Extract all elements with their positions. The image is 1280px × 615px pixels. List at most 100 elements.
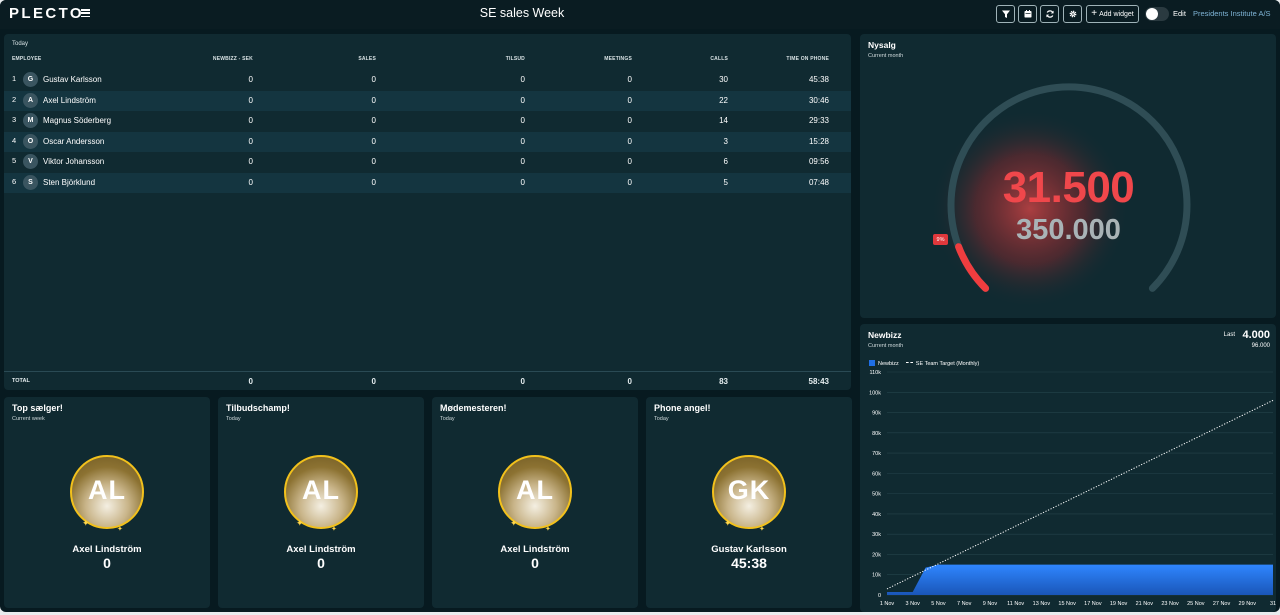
cell-meetings: 0 (627, 136, 632, 146)
header-sales[interactable]: SALES (358, 56, 376, 62)
x-tick-label: 19 Nov (1110, 601, 1128, 607)
card-subtitle: Today (440, 416, 455, 422)
cell-time-on-phone: 15:28 (808, 136, 829, 146)
calendar-button[interactable] (1018, 5, 1037, 23)
row-rank: 6 (12, 176, 17, 186)
table-row[interactable]: 6 S Sten Björklund 0 0 0 0 5 07:48 (4, 172, 851, 193)
table-total-row: TOTAL 0 0 0 0 83 58:43 (4, 371, 851, 390)
employee-name: Viktor Johansson (43, 157, 105, 166)
x-tick-label: 3 Nov (906, 601, 921, 607)
x-tick-label: 17 Nov (1084, 601, 1102, 607)
badge-card-top-saelger[interactable]: Top sælger! Current week AL ✦ ✦ Axel Lin… (4, 397, 210, 608)
table-row[interactable]: 5 V Viktor Johansson 0 0 0 0 6 09:56 (4, 152, 851, 173)
cell-sales: 0 (371, 95, 376, 105)
header-meetings[interactable]: MEETINGS (604, 56, 632, 62)
y-tick-label: 30k (872, 532, 881, 538)
newbizz-area-chart: 0 10k 20k 30k 40k 50k 60k 70k 80k 90k 100k 110k 1 No… (869, 370, 1276, 607)
row-rank: 1 (12, 74, 17, 83)
avatar: A (23, 92, 38, 108)
y-tick-label: 10k (872, 573, 881, 579)
header-tilsud[interactable]: TILSUD (506, 56, 525, 62)
x-tick-label: 1 Nov (880, 601, 895, 607)
cell-meetings: 0 (627, 75, 632, 84)
target-line (886, 399, 1274, 590)
medal-initials: AL (88, 474, 126, 505)
employee-table-widget[interactable]: Today EMPLOYEE NEWBIZZ - SEK SALES TILSU… (4, 34, 851, 390)
y-tick-label: 110k (869, 370, 881, 376)
sparkle-icon: ✦ (331, 526, 337, 533)
table-row[interactable]: 4 O Oscar Andersson 0 0 0 0 3 15:28 (4, 131, 851, 152)
edit-toggle[interactable] (1145, 7, 1169, 21)
avatar: G (23, 72, 38, 87)
newbizz-area (887, 564, 1273, 595)
refresh-icon (1045, 10, 1054, 18)
sparkle-icon: ✦ (545, 526, 551, 533)
x-tick-label: 25 Nov (1187, 601, 1205, 607)
cell-newbizz: 0 (248, 75, 253, 84)
y-tick-label: 0 (878, 593, 881, 599)
dashboard-title: SE sales Week (479, 6, 565, 20)
filter-button[interactable] (996, 5, 1015, 23)
table-caption: Today (12, 41, 29, 47)
row-rank: 2 (12, 94, 17, 104)
header-newbizz[interactable]: NEWBIZZ - SEK (213, 56, 253, 62)
total-meetings: 0 (627, 377, 632, 386)
y-tick-label: 100k (869, 390, 881, 396)
cell-tilsud: 0 (520, 116, 525, 125)
card-person-name: Axel Lindström (72, 544, 142, 555)
add-widget-button[interactable]: + Add widget (1086, 5, 1139, 23)
sparkle-icon: ✦ (117, 526, 123, 533)
badge-card-modemesteren[interactable]: Mødemesteren! Today AL ✦ ✦ Axel Lindströ… (432, 397, 638, 608)
card-person-name: Gustav Karlsson (711, 544, 787, 555)
header-calls[interactable]: CALLS (710, 56, 728, 62)
employee-name: Sten Björklund (43, 177, 96, 187)
cell-sales: 0 (371, 136, 376, 146)
table-row[interactable]: 1 G Gustav Karlsson 0 0 0 0 30 45:38 (4, 70, 851, 91)
settings-button[interactable] (1063, 5, 1082, 23)
cell-sales: 0 (371, 157, 376, 166)
cell-meetings: 0 (627, 116, 632, 125)
cell-newbizz: 0 (248, 95, 253, 105)
table-row[interactable]: 3 M Magnus Söderberg 0 0 0 0 14 29:33 (4, 111, 851, 132)
cell-calls: 14 (719, 116, 728, 125)
y-tick-label: 70k (872, 451, 881, 457)
organization-name[interactable]: Presidents Institute A/S (1193, 9, 1271, 18)
employee-name: Gustav Karlsson (43, 75, 102, 84)
x-tick-label: 21 Nov (1136, 601, 1154, 607)
card-value: 0 (103, 555, 111, 571)
cell-time-on-phone: 45:38 (808, 75, 829, 84)
header-employee[interactable]: EMPLOYEE (12, 56, 41, 62)
cell-calls: 6 (723, 157, 728, 166)
x-tick-label: 11 Nov (1007, 601, 1024, 607)
card-title: Phone angel! (654, 403, 711, 413)
x-tick-label: 27 Nov (1213, 601, 1231, 607)
cell-time-on-phone: 30:46 (808, 95, 829, 105)
header-time-on-phone[interactable]: TIME ON PHONE (786, 56, 829, 62)
cell-time-on-phone: 07:48 (808, 177, 829, 187)
cell-tilsud: 0 (520, 95, 525, 105)
dashboard: PLECTO SE sales Week + Add widget Edit P… (0, 0, 1280, 612)
total-calls: 83 (719, 377, 728, 386)
cell-newbizz: 0 (248, 177, 253, 187)
cell-newbizz: 0 (248, 157, 253, 166)
plus-icon: + (1091, 8, 1098, 19)
refresh-button[interactable] (1040, 5, 1059, 23)
cell-newbizz: 0 (248, 136, 253, 146)
total-newbizz: 0 (248, 377, 253, 386)
card-person-name: Axel Lindström (500, 544, 570, 555)
medal-initials: AL (516, 474, 554, 505)
table-row[interactable]: 2 A Axel Lindström 0 0 0 0 22 30:46 (4, 90, 851, 111)
total-time-on-phone: 58:43 (808, 377, 829, 386)
cell-sales: 0 (371, 116, 376, 125)
card-title: Top sælger! (12, 403, 63, 413)
nysalg-gauge-widget[interactable]: Nysalg Current month 31.500 350.000 9% (860, 34, 1276, 318)
employee-name: Magnus Söderberg (43, 116, 112, 125)
avatar: V (23, 154, 38, 169)
badge-card-phone-angel[interactable]: Phone angel! Today GK ✦ ✦ Gustav Karlsso… (646, 397, 852, 608)
sparkle-icon: ✦ (724, 518, 732, 528)
row-rank: 5 (12, 156, 17, 165)
sparkle-icon: ✦ (296, 518, 304, 528)
badge-card-tilbudschamp[interactable]: Tilbudschamp! Today AL ✦ ✦ Axel Lindströ… (218, 397, 424, 608)
cell-calls: 3 (723, 136, 728, 146)
newbizz-chart-widget[interactable]: Newbizz Current month Last 4.000 96.000 … (860, 324, 1276, 612)
